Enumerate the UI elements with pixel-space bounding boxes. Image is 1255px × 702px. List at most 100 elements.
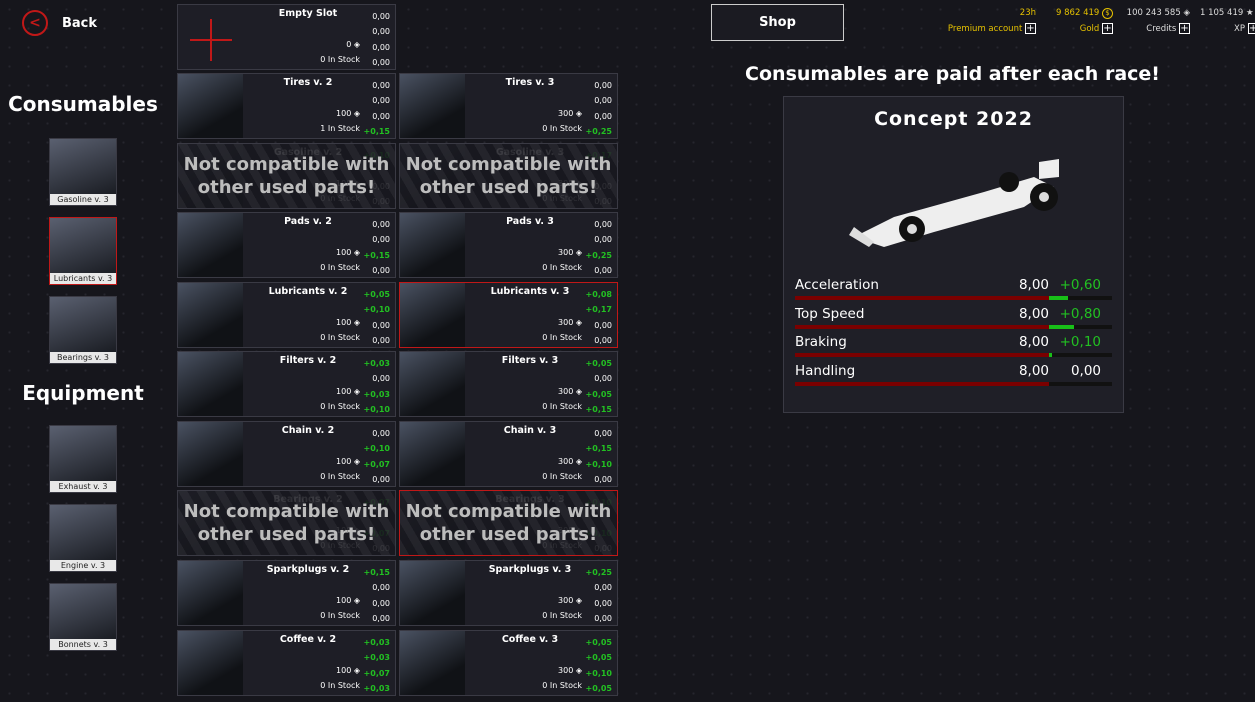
credits-icon: ◈	[353, 666, 360, 675]
credits-label: Credits	[1146, 24, 1177, 34]
part-price: 100	[336, 666, 352, 675]
part-stock: 0 In Stock	[320, 333, 360, 342]
stat-bonus: 0,00	[594, 96, 612, 106]
part-card[interactable]: Tires v. 3 0,00 0,00 0,00 +0,25 300 ◈ 0 In …	[399, 73, 618, 139]
credits-icon: ◈	[575, 666, 582, 675]
stat-bonus: +0,05	[585, 638, 612, 647]
add-premium-button[interactable]: +	[1025, 23, 1036, 34]
part-card[interactable]: Sparkplugs v. 3 +0,25 0,00 0,00 0,00 300 ◈ …	[399, 560, 618, 626]
stat-bonus: 0,00	[372, 320, 390, 330]
part-card[interactable]: Chain v. 3 0,00 +0,15 +0,10 0,00 300 ◈ 0 In…	[399, 421, 618, 487]
part-card[interactable]: Sparkplugs v. 2 +0,15 0,00 0,00 0,00 100 ◈ …	[177, 560, 396, 626]
stat-delta: +0,10	[1059, 334, 1101, 350]
equipment-heading: Equipment	[22, 381, 144, 405]
sidebar-item-consumables[interactable]: Bearings v. 3	[49, 296, 117, 364]
credits-icon: ◈	[575, 109, 582, 118]
car-panel: Concept 2022 Acceleration 8,00 +0,60 Top…	[783, 96, 1124, 413]
part-card[interactable]: Coffee v. 2 +0,03 +0,03 +0,07 +0,03 100 ◈ 0…	[177, 630, 396, 696]
stat-bonus: +0,03	[363, 653, 390, 663]
part-price: 300	[558, 457, 574, 466]
stat-bonus: +0,15	[585, 404, 612, 414]
part-card[interactable]: Filters v. 2 +0,03 0,00 +0,03 +0,10 100 ◈ 0…	[177, 351, 396, 417]
credits-icon: ◈	[353, 109, 360, 118]
part-image	[178, 352, 243, 416]
stat-bar-base	[795, 353, 1049, 357]
part-title: Tires v. 3	[505, 77, 555, 88]
stat-bonus: +0,25	[585, 126, 612, 136]
part-price: 100	[336, 109, 352, 118]
empty-slot-card[interactable]: Empty Slot 0,00 0,00 0,00 0,00 0 ◈ 0 In Sto…	[177, 4, 396, 70]
part-card[interactable]: Lubricants v. 3 +0,08 +0,17 0,00 0,00 300 ◈…	[399, 282, 618, 348]
stat-bonus: 0,00	[594, 265, 612, 275]
part-card[interactable]: Chain v. 2 0,00 +0,10 +0,07 0,00 100 ◈ 0 In…	[177, 421, 396, 487]
stat-value: 8,00	[1018, 305, 1049, 322]
part-title: Tires v. 2	[283, 77, 333, 88]
part-price: 100	[336, 318, 352, 327]
part-price: 100	[336, 248, 352, 257]
stat-bonus: +0,05	[585, 389, 612, 399]
stat-delta: +0,60	[1059, 277, 1101, 293]
race-car-image	[849, 159, 1059, 247]
stat-bar-bonus	[1048, 353, 1052, 357]
gold-label: Gold	[1079, 24, 1100, 34]
back-button[interactable]: < Back	[22, 10, 97, 36]
incompatible-text-line1: Not compatible with	[405, 501, 612, 522]
stat-bonus: 0,00	[372, 235, 390, 245]
stat-bonus: 0,00	[372, 598, 390, 608]
part-card[interactable]: Pads v. 2 0,00 0,00 +0,15 0,00 100 ◈ 0 In S…	[177, 212, 396, 278]
part-card[interactable]: Filters v. 3 +0,05 0,00 +0,05 +0,15 300 ◈ 0…	[399, 351, 618, 417]
part-stock: 0 In Stock	[542, 124, 582, 133]
shop-button[interactable]: Shop	[711, 4, 844, 41]
stat-bonus: +0,07	[363, 459, 390, 469]
part-stock: 0 In Stock	[542, 611, 582, 620]
stat-bonus: 0,00	[372, 42, 390, 52]
add-gold-button[interactable]: +	[1102, 23, 1113, 34]
part-stock: 0 In Stock	[320, 263, 360, 272]
stat-bonus: +0,03	[363, 683, 390, 693]
add-xp-button[interactable]: +	[1247, 23, 1255, 34]
sidebar-item-equipment[interactable]: Exhaust v. 3	[49, 425, 117, 493]
credits-icon: ◈	[575, 387, 582, 396]
sidebar-item-equipment[interactable]: Bonnets v. 3	[49, 583, 117, 651]
sidebar-item-equipment[interactable]: Engine v. 3	[49, 504, 117, 572]
stat-bonus: 0,00	[594, 235, 612, 245]
empty-slot-cross-icon	[190, 19, 232, 61]
sidebar-item-consumables[interactable]: Gasoline v. 3	[49, 138, 117, 206]
part-image	[400, 213, 465, 277]
stat-bonus: +0,25	[585, 568, 612, 577]
credits-icon: ◈	[575, 596, 582, 605]
part-image	[400, 561, 465, 625]
part-stock: 0 In Stock	[320, 55, 360, 64]
part-card[interactable]: Gasoline v. 2 +0,10 0,000,00 100 ◈ 0 In …	[177, 143, 396, 209]
part-card[interactable]: Tires v. 2 0,00 0,00 0,00 +0,15 100 ◈ 1 In …	[177, 73, 396, 139]
part-title: Filters v. 2	[279, 355, 337, 366]
sidebar-item-label: Bearings v. 3	[50, 352, 116, 363]
part-card[interactable]: Gasoline v. 3 +0,17 0,000,00 300 ◈ 0 In …	[399, 143, 618, 209]
stat-bonus: 0,00	[372, 81, 390, 90]
stat-delta: +0,80	[1059, 305, 1101, 322]
stat-bonus: 0,00	[372, 57, 390, 67]
part-card[interactable]: Bearings v. 2 +0,07 +0,070,00 100 ◈ 0 In…	[177, 490, 396, 556]
part-card[interactable]: Lubricants v. 2 +0,05 +0,10 0,00 0,00 100 ◈…	[177, 282, 396, 348]
part-card[interactable]: Bearings v. 3 +0,10 +0,100,00 300 ◈ 0 In…	[399, 490, 618, 556]
add-credits-button[interactable]: +	[1179, 23, 1190, 34]
credits-icon: ◈	[353, 40, 360, 49]
stat-bar-base	[795, 296, 1049, 300]
part-price: 100	[336, 596, 352, 605]
part-image	[400, 352, 465, 416]
stat-bonus: 0,00	[594, 474, 612, 484]
stat-bonus: +0,08	[585, 290, 612, 299]
part-card[interactable]: Coffee v. 3 +0,05 +0,05 +0,10 +0,05 300 ◈ 0…	[399, 630, 618, 696]
headline: Consumables are paid after each race!	[745, 63, 1160, 85]
stat-bonus: 0,00	[372, 12, 390, 21]
part-image	[400, 422, 465, 486]
part-image	[400, 74, 465, 138]
part-card[interactable]: Pads v. 3 0,00 0,00 +0,25 0,00 300 ◈ 0 In S…	[399, 212, 618, 278]
sidebar-item-consumables[interactable]: Lubricants v. 3	[49, 217, 117, 285]
sidebar-item-label: Bonnets v. 3	[50, 639, 116, 650]
stat-bar	[795, 324, 1112, 329]
part-image	[178, 74, 243, 138]
stat-bonus: 0,00	[372, 429, 390, 438]
xp-icon: ★	[1245, 8, 1254, 18]
sidebar-item-label: Exhaust v. 3	[50, 481, 116, 492]
